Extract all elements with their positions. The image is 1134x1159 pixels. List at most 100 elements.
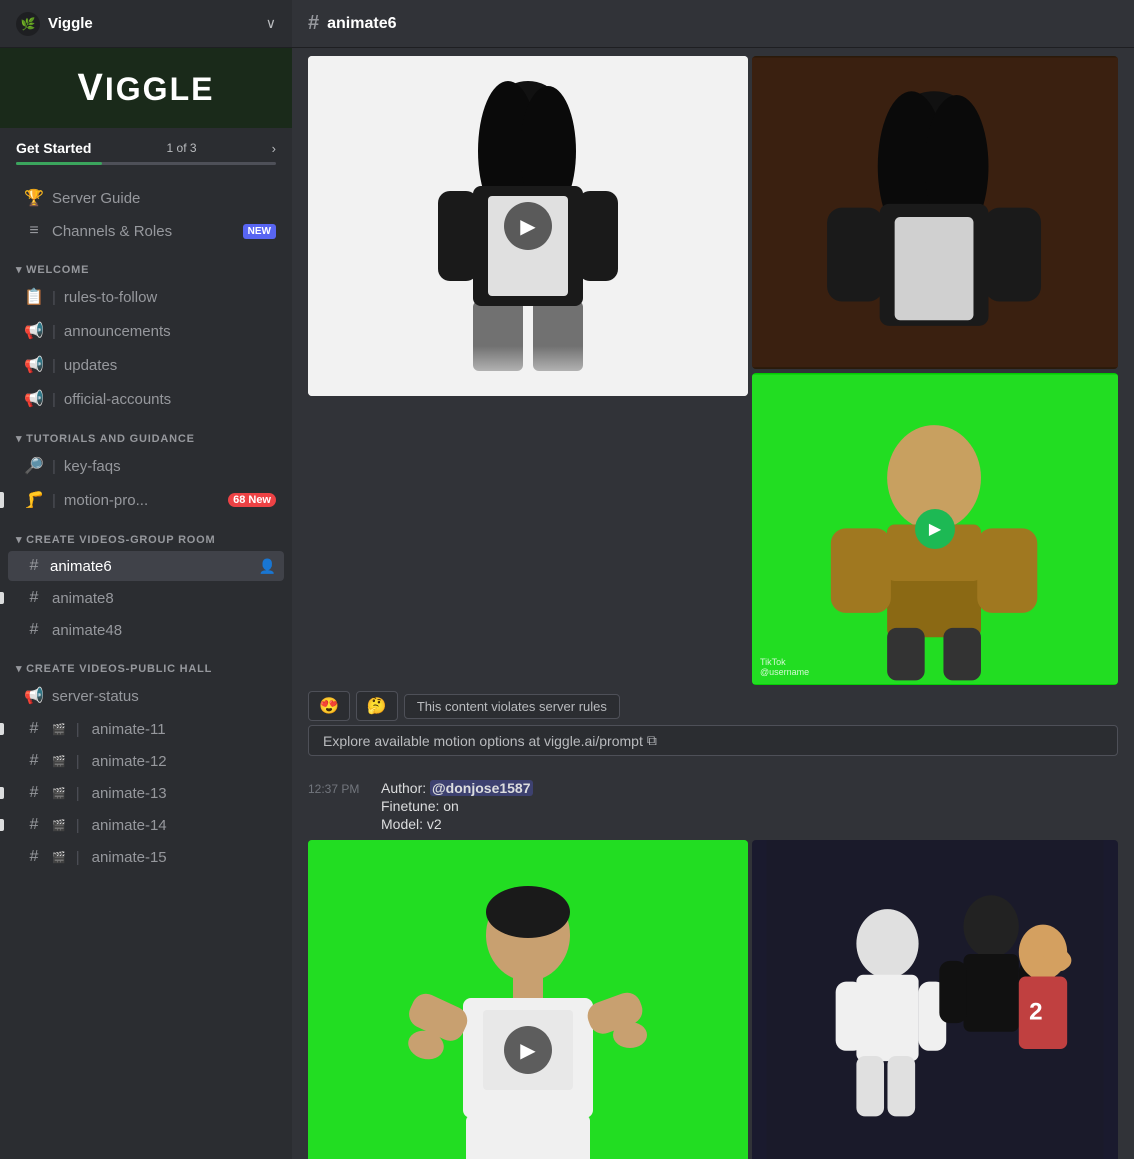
announcements-label: announcements: [64, 323, 276, 340]
play-button-1[interactable]: ▶: [504, 202, 552, 250]
channel-hash-icon: #: [308, 12, 319, 35]
finetune-label: Finetune:: [381, 798, 443, 814]
thumb-2a[interactable]: 2: [752, 840, 1118, 1159]
rules-icon: 📋: [24, 287, 44, 307]
server-guide-label: Server Guide: [52, 190, 276, 207]
film-icon-12: 🎬: [52, 755, 66, 768]
message-group-1: ▶: [308, 56, 1118, 764]
server-icon: 🌿: [16, 12, 40, 36]
category-tutorials: ▾ TUTORIALS AND GUIDANCE: [0, 416, 292, 449]
sidebar-item-channels-roles[interactable]: ≡ Channels & Roles NEW: [8, 216, 284, 246]
animate-14-wrapper: # 🎬 | animate-14: [0, 809, 292, 841]
sidebar-item-animate-14[interactable]: # 🎬 | animate-14: [8, 810, 284, 840]
viggle-logo: VIGGLE: [78, 67, 215, 110]
basketball-figure: [308, 840, 748, 1159]
hash-icon-14: #: [24, 816, 44, 834]
get-started-header: Get Started 1 of 3 ›: [16, 140, 276, 156]
reaction-hmm-1[interactable]: 🤔: [356, 691, 398, 721]
motion-pro-label: motion-pro...: [64, 492, 220, 509]
sidebar-item-animate-13[interactable]: # 🎬 | animate-13: [8, 778, 284, 808]
animate-14-label: animate-14: [92, 817, 276, 834]
hash-icon-animate8: #: [24, 589, 44, 607]
channels-roles-label: Channels & Roles: [52, 223, 235, 240]
unread-dot-11: [0, 723, 4, 735]
motion-pro-wrapper: 🦵 | motion-pro... 68 New: [0, 483, 292, 517]
play-btn-thumb-1b[interactable]: ▶: [915, 509, 955, 549]
announce-icon: 📢: [24, 321, 44, 341]
trophy-icon: 🏆: [24, 188, 44, 208]
thumb-1a[interactable]: [752, 56, 1118, 369]
official-accounts-label: official-accounts: [64, 391, 276, 408]
animate8-label: animate8: [52, 590, 276, 607]
hash-icon-15: #: [24, 848, 44, 866]
message-info-2: Author: @donjose1587 Finetune: on Model:…: [381, 780, 533, 834]
explore-link-1[interactable]: Explore available motion options at vigg…: [308, 725, 1118, 756]
updates-label: updates: [64, 357, 276, 374]
animate-11-wrapper: # 🎬 | animate-11: [0, 713, 292, 745]
tiktok-label-1: TikTok@username: [760, 657, 809, 677]
hash-icon-11: #: [24, 720, 44, 738]
thumb-1b[interactable]: TikTok@username ▶: [752, 373, 1118, 686]
media-side-2: 2: [752, 840, 1118, 1159]
external-link-icon-1: ⧉: [647, 732, 657, 749]
media-grid-2: ▶: [308, 840, 1118, 1159]
get-started-chevron: ›: [272, 141, 276, 156]
main-video-1[interactable]: ▶: [308, 56, 748, 396]
link-icon: 📢: [24, 389, 44, 409]
unread-dot-14: [0, 819, 4, 831]
category-welcome: ▾ WELCOME: [0, 247, 292, 280]
sidebar-item-animate-11[interactable]: # 🎬 | animate-11: [8, 714, 284, 744]
animate-15-label: animate-15: [92, 849, 276, 866]
play-button-2[interactable]: ▶: [504, 1026, 552, 1074]
sidebar-item-key-faqs[interactable]: 🔎 | key-faqs: [8, 450, 284, 482]
server-name: Viggle: [48, 15, 93, 32]
unread-dot-13: [0, 787, 4, 799]
sidebar-item-server-status[interactable]: 📢 server-status: [8, 680, 284, 712]
basketball-game: 2: [752, 840, 1118, 1159]
sidebar-item-animate48[interactable]: # animate48: [8, 615, 284, 645]
unread-indicator: [0, 492, 4, 508]
flag-button-1[interactable]: This content violates server rules: [404, 694, 620, 719]
hash-icon-12: #: [24, 752, 44, 770]
rules-label: rules-to-follow: [64, 289, 276, 306]
sidebar-item-server-guide[interactable]: 🏆 Server Guide: [8, 182, 284, 214]
sidebar-item-announcements[interactable]: 📢 | announcements: [8, 315, 284, 347]
sidebar-item-animate-15[interactable]: # 🎬 | animate-15: [8, 842, 284, 872]
main-video-2[interactable]: ▶: [308, 840, 748, 1159]
channel-header: # animate6: [292, 0, 1134, 48]
hash-icon-animate6: #: [24, 557, 44, 575]
progress-bar-bg: [16, 162, 276, 165]
author-mention[interactable]: @donjose1587: [430, 780, 532, 796]
search-icon: 🔎: [24, 456, 44, 476]
sidebar-item-rules[interactable]: 📋 | rules-to-follow: [8, 281, 284, 313]
animate-12-label: animate-12: [92, 753, 276, 770]
film-icon-15: 🎬: [52, 851, 66, 864]
media-side-1: TikTok@username ▶: [752, 56, 1118, 685]
film-icon-11: 🎬: [52, 723, 66, 736]
motion-icon: 🦵: [24, 490, 44, 510]
server-header-left: 🌿 Viggle: [16, 12, 93, 36]
film-icon-13: 🎬: [52, 787, 66, 800]
message-group-2: 12:37 PM Author: @donjose1587 Finetune: …: [308, 780, 1118, 1159]
reaction-love-1[interactable]: 😍: [308, 691, 350, 721]
get-started-title[interactable]: Get Started: [16, 140, 91, 156]
server-header[interactable]: 🌿 Viggle ∨: [0, 0, 292, 48]
animate48-label: animate48: [52, 622, 276, 639]
sidebar-item-animate6[interactable]: # animate6 👤: [8, 551, 284, 581]
animate-13-label: animate-13: [92, 785, 276, 802]
model-label: Model:: [381, 816, 427, 832]
server-status-label: server-status: [52, 688, 276, 705]
add-member-icon[interactable]: 👤: [259, 558, 276, 575]
sidebar-item-official-accounts[interactable]: 📢 | official-accounts: [8, 383, 284, 415]
new-badge: NEW: [243, 224, 276, 239]
sidebar-item-animate-12[interactable]: # 🎬 | animate-12: [8, 746, 284, 776]
sidebar-item-animate8[interactable]: # animate8: [8, 583, 284, 613]
sidebar-item-updates[interactable]: 📢 | updates: [8, 349, 284, 381]
hash-icon-13: #: [24, 784, 44, 802]
sidebar-item-motion-pro[interactable]: 🦵 | motion-pro... 68 New: [8, 484, 284, 516]
message-time-2: 12:37 PM: [308, 780, 373, 796]
category-create-videos-group: ▾ CREATE VIDEOS-GROUP ROOM: [0, 517, 292, 550]
author-line: Author: @donjose1587: [381, 780, 533, 796]
model-value: v2: [427, 816, 442, 832]
action-row-1: 😍 🤔 This content violates server rules: [308, 691, 1118, 721]
